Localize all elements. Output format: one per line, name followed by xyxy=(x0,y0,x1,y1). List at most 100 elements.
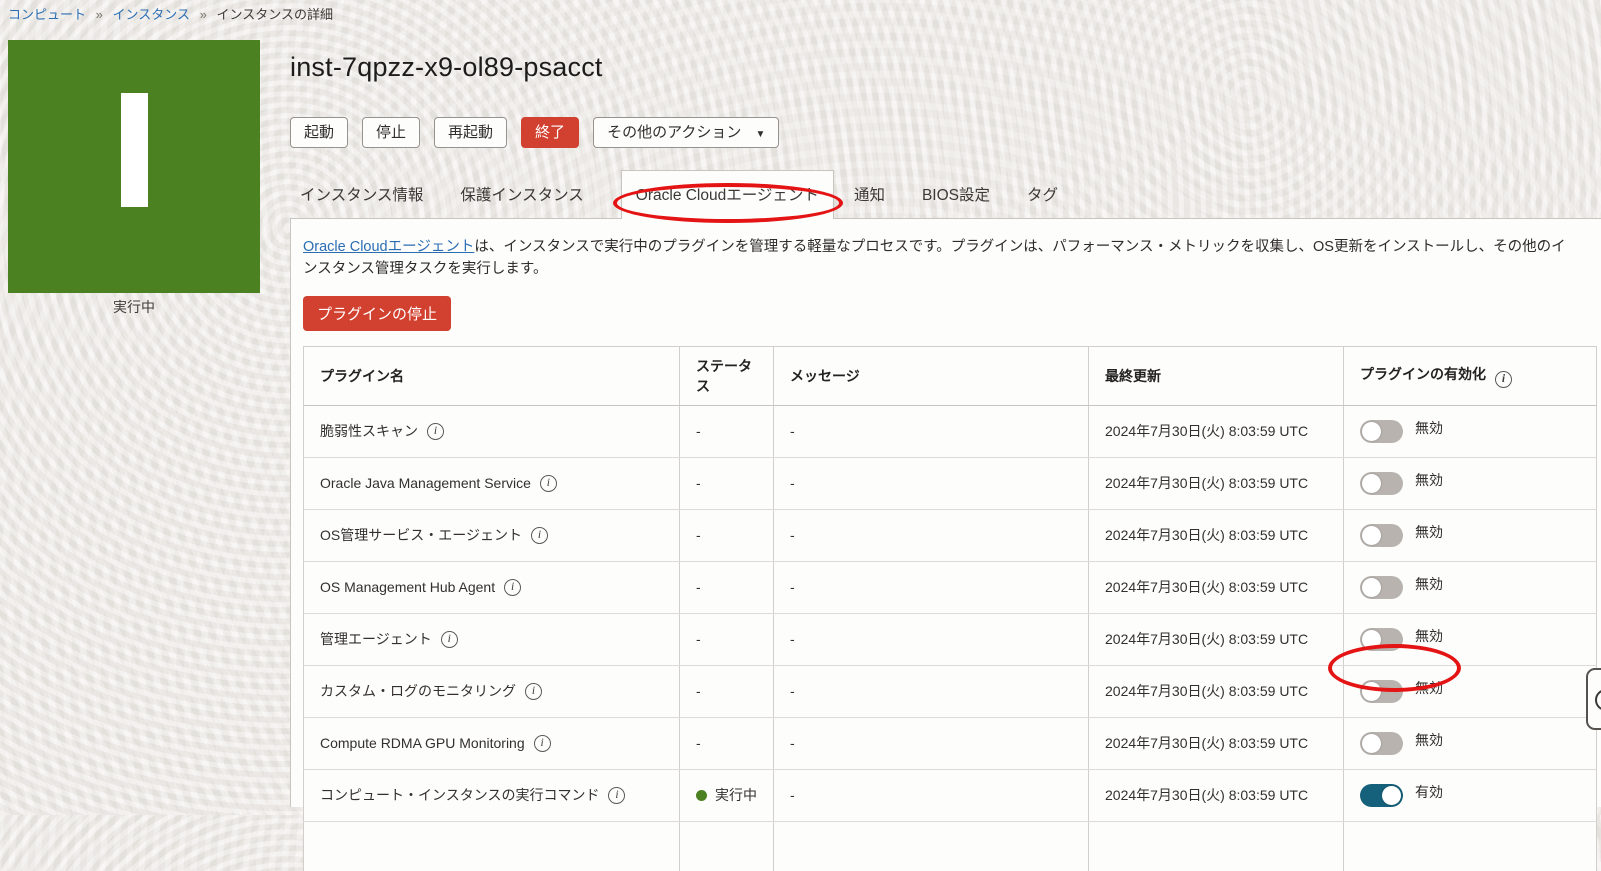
breadcrumb-separator: » xyxy=(200,7,207,22)
agent-description-text: は、インスタンスで実行中のプラグインを管理する軽量なプロセスです。プラグインは、… xyxy=(303,239,1566,277)
plugin-toggle[interactable] xyxy=(1360,524,1403,547)
toggle-knob xyxy=(1362,578,1381,597)
plugin-name: Oracle Java Management Service xyxy=(320,475,531,491)
plugin-name: OS管理サービス・エージェント xyxy=(320,525,522,545)
tab-bios-settings[interactable]: BIOS設定 xyxy=(922,171,990,218)
tab-instance-info[interactable]: インスタンス情報 xyxy=(300,171,423,218)
plugin-last-updated: 2024年7月30日(火) 8:03:59 UTC xyxy=(1089,457,1344,509)
info-icon[interactable]: i xyxy=(1495,371,1512,388)
plugin-name: Compute RDMA GPU Monitoring xyxy=(320,735,525,751)
info-icon[interactable]: i xyxy=(441,631,458,648)
table-row: 脆弱性スキャンi--2024年7月30日(火) 8:03:59 UTC無効 xyxy=(304,405,1597,457)
action-button-row: 起動 停止 再起動 終了 その他のアクション ▼ xyxy=(290,117,1601,148)
start-button[interactable]: 起動 xyxy=(290,117,348,148)
plugin-toggle[interactable] xyxy=(1360,628,1403,651)
info-icon[interactable]: i xyxy=(504,579,521,596)
oracle-cloud-agent-link[interactable]: Oracle Cloudエージェント xyxy=(303,239,474,255)
more-actions-label: その他のアクション xyxy=(607,124,741,141)
info-icon[interactable]: i xyxy=(608,787,625,804)
plugin-status: - xyxy=(696,527,701,543)
plugin-last-updated: 2024年7月30日(火) 8:03:59 UTC xyxy=(1089,613,1344,665)
agent-tab-panel: Oracle Cloudエージェントは、インスタンスで実行中のプラグインを管理す… xyxy=(290,218,1601,807)
plugin-message: - xyxy=(774,405,1089,457)
tab-protected-instance[interactable]: 保護インスタンス xyxy=(460,171,583,218)
info-icon[interactable]: i xyxy=(531,527,548,544)
toggle-knob xyxy=(1362,630,1381,649)
page-title: inst-7qpzz-x9-ol89-psacct xyxy=(290,52,1601,83)
plugin-last-updated: 2024年7月30日(火) 8:03:59 UTC xyxy=(1089,717,1344,769)
stop-plugin-button[interactable]: プラグインの停止 xyxy=(303,296,451,331)
plugin-toggle[interactable] xyxy=(1360,732,1403,755)
plugin-name: カスタム・ログのモニタリング xyxy=(320,681,516,701)
main-content: inst-7qpzz-x9-ol89-psacct 起動 停止 再起動 終了 そ… xyxy=(285,52,1601,807)
breadcrumb-separator: » xyxy=(96,7,103,22)
plugin-name: コンピュート・インスタンスの実行コマンド xyxy=(320,785,599,805)
plugin-last-updated: 2024年7月30日(火) 8:03:59 UTC xyxy=(1089,769,1344,821)
plugin-message: - xyxy=(774,561,1089,613)
breadcrumb-link-compute[interactable]: コンピュート xyxy=(8,7,86,22)
instance-status-label: 実行中 xyxy=(8,297,260,317)
column-header-message: メッセージ xyxy=(774,346,1089,405)
instance-state-icon xyxy=(8,40,260,293)
column-header-plugin-name: プラグイン名 xyxy=(304,346,680,405)
table-row: カスタム・ログのモニタリングi--2024年7月30日(火) 8:03:59 U… xyxy=(304,665,1597,717)
plugin-toggle[interactable] xyxy=(1360,472,1403,495)
breadcrumb-link-instances[interactable]: インスタンス xyxy=(113,7,190,22)
info-icon[interactable]: i xyxy=(427,423,444,440)
plugin-message: - xyxy=(774,613,1089,665)
tab-notifications[interactable]: 通知 xyxy=(854,171,885,218)
reboot-button[interactable]: 再起動 xyxy=(434,117,507,148)
table-row: Compute RDMA GPU Monitoringi--2024年7月30日… xyxy=(304,717,1597,769)
plugin-toggle[interactable] xyxy=(1360,576,1403,599)
toggle-state-label: 無効 xyxy=(1415,678,1443,698)
toggle-state-label: 無効 xyxy=(1415,470,1443,490)
plugins-table-header: プラグイン名 ステータス メッセージ 最終更新 プラグインの有効化i xyxy=(304,346,1597,405)
plugin-message: - xyxy=(774,457,1089,509)
toggle-knob xyxy=(1362,682,1381,701)
plugins-table: プラグイン名 ステータス メッセージ 最終更新 プラグインの有効化i 脆弱性スキ… xyxy=(303,346,1597,871)
info-icon[interactable]: i xyxy=(540,475,557,492)
terminate-button[interactable]: 終了 xyxy=(521,117,579,148)
instance-letter-i xyxy=(121,93,148,207)
plugin-toggle[interactable] xyxy=(1360,784,1403,807)
clipped-edge-popup[interactable] xyxy=(1586,668,1601,730)
toggle-state-label: 無効 xyxy=(1415,418,1443,438)
plugin-status: - xyxy=(696,735,701,751)
toggle-knob xyxy=(1362,734,1381,753)
info-icon[interactable]: i xyxy=(525,683,542,700)
running-status-dot xyxy=(696,790,707,801)
breadcrumb: コンピュート » インスタンス » インスタンスの詳細 xyxy=(8,4,333,23)
stop-button[interactable]: 停止 xyxy=(362,117,420,148)
toggle-state-label: 有効 xyxy=(1415,782,1443,802)
toggle-state-label: 無効 xyxy=(1415,730,1443,750)
plugin-toggle[interactable] xyxy=(1360,420,1403,443)
table-row xyxy=(304,821,1597,871)
tabstrip: インスタンス情報 保護インスタンス Oracle Cloudエージェント 通知 … xyxy=(285,170,1601,218)
plugin-name: 管理エージェント xyxy=(320,629,432,649)
column-header-plugin-enable: プラグインの有効化 i xyxy=(1344,346,1597,405)
column-header-status: ステータス xyxy=(680,346,774,405)
plugin-message: - xyxy=(774,665,1089,717)
more-actions-button[interactable]: その他のアクション ▼ xyxy=(593,117,779,148)
plugin-last-updated: 2024年7月30日(火) 8:03:59 UTC xyxy=(1089,561,1344,613)
table-row: OS管理サービス・エージェントi--2024年7月30日(火) 8:03:59 … xyxy=(304,509,1597,561)
tab-tags[interactable]: タグ xyxy=(1027,171,1058,218)
toggle-state-label: 無効 xyxy=(1415,626,1443,646)
info-icon xyxy=(1595,689,1601,711)
tab-oracle-cloud-agent[interactable]: Oracle Cloudエージェント xyxy=(621,170,834,219)
plugin-status: 実行中 xyxy=(715,787,757,803)
plugin-message: - xyxy=(774,769,1089,821)
table-row: 管理エージェントi--2024年7月30日(火) 8:03:59 UTC無効 xyxy=(304,613,1597,665)
plugin-toggle[interactable] xyxy=(1360,680,1403,703)
plugin-status: - xyxy=(696,631,701,647)
plugin-last-updated: 2024年7月30日(火) 8:03:59 UTC xyxy=(1089,509,1344,561)
table-row: Oracle Java Management Servicei--2024年7月… xyxy=(304,457,1597,509)
plugin-status: - xyxy=(696,683,701,699)
column-header-plugin-enable-label: プラグインの有効化 xyxy=(1360,366,1486,382)
plugin-last-updated: 2024年7月30日(火) 8:03:59 UTC xyxy=(1089,405,1344,457)
info-icon[interactable]: i xyxy=(534,735,551,752)
plugin-message: - xyxy=(774,717,1089,769)
plugin-message: - xyxy=(774,509,1089,561)
agent-description: Oracle Cloudエージェントは、インスタンスで実行中のプラグインを管理す… xyxy=(303,236,1591,281)
chevron-down-icon: ▼ xyxy=(756,129,766,140)
